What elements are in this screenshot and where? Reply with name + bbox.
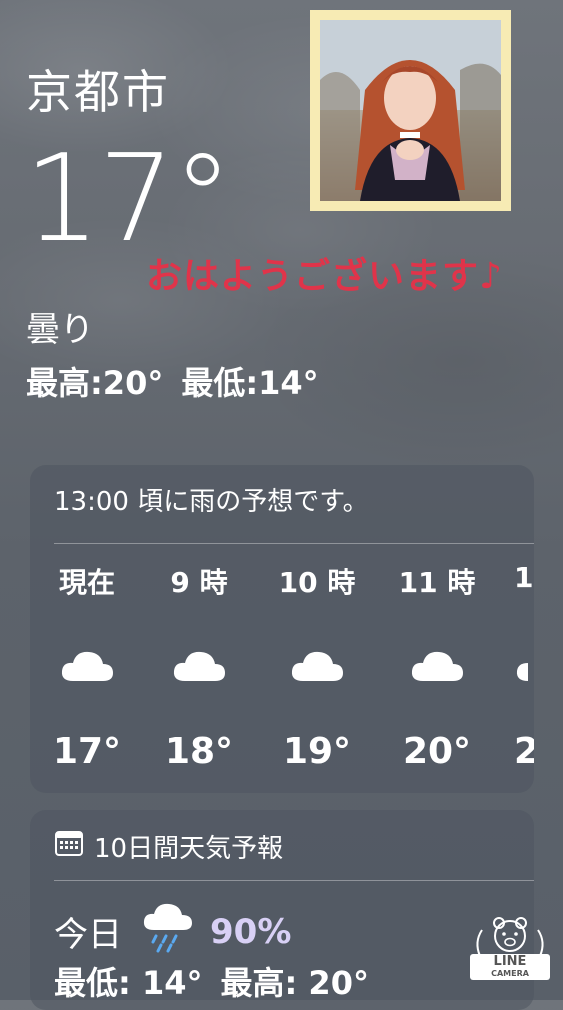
today-row[interactable]: 今日 90% (54, 900, 291, 963)
city-name: 京都市 (26, 65, 170, 119)
hour-temp: 18° (164, 731, 234, 772)
cloud-icon (514, 635, 534, 695)
hour-label: 現在 (58, 566, 115, 599)
hour-temp: 20° (402, 731, 472, 772)
precip-chance: 90% (210, 911, 292, 952)
today-high: 最高: 20° (220, 964, 369, 1002)
hour-temp: 2 (514, 731, 534, 772)
hour-item: 11 時 20° (382, 561, 492, 772)
day-label: 今日 (54, 915, 122, 955)
rain-notice: 13:00 頃に雨の予想です。 (54, 487, 369, 517)
greeting-text: おはようございます♪ (146, 256, 503, 297)
today-low: 最低: 14° (54, 964, 203, 1002)
hour-label: 1 (514, 561, 534, 594)
hour-item: 10 時 19° (262, 561, 372, 772)
watermark-line2: CAMERA (491, 969, 529, 978)
divider (54, 543, 534, 544)
hour-item-partial: 1 2 (502, 561, 534, 772)
current-temperature: 17° (24, 130, 233, 269)
calendar-icon (54, 829, 84, 864)
hour-label: 9 時 (170, 566, 228, 599)
today-high-low: 最低: 14° 最高: 20° (54, 958, 369, 1004)
ten-day-header: 10日間天気予報 (54, 828, 283, 865)
high-low-summary: 最高:20° 最低:14° (26, 358, 319, 404)
hourly-forecast-card[interactable]: 13:00 頃に雨の予想です。 現在 17° 9 時 18° 10 時 19° … (30, 465, 534, 793)
hour-item: 現在 17° (32, 561, 142, 772)
low-temp: 最低:14° (181, 364, 319, 402)
hour-temp: 19° (282, 731, 352, 772)
cloud-icon (382, 635, 492, 695)
ten-day-forecast-card[interactable]: 10日間天気予報 今日 90% 最低: 14° 最高: 20° (30, 810, 534, 1010)
hour-label: 11 時 (398, 566, 476, 599)
watermark-badge: LINE CAMERA (470, 954, 550, 980)
hour-item: 9 時 18° (144, 561, 254, 772)
photo-sticker (310, 10, 511, 211)
watermark-line1: LINE (493, 954, 527, 969)
rain-cloud-icon (142, 900, 196, 963)
high-temp: 最高:20° (26, 364, 164, 402)
portrait-photo (320, 20, 501, 201)
cloud-icon (144, 635, 254, 695)
cloud-icon (262, 635, 372, 695)
line-camera-watermark: LINE CAMERA (470, 912, 550, 992)
hour-temp: 17° (52, 731, 122, 772)
divider (54, 880, 534, 881)
hour-label: 10 時 (278, 566, 356, 599)
cloud-icon (32, 635, 142, 695)
ten-day-title: 10日間天気予報 (94, 834, 284, 864)
bear-logo-icon (476, 917, 544, 957)
weather-condition: 曇り (26, 310, 94, 350)
